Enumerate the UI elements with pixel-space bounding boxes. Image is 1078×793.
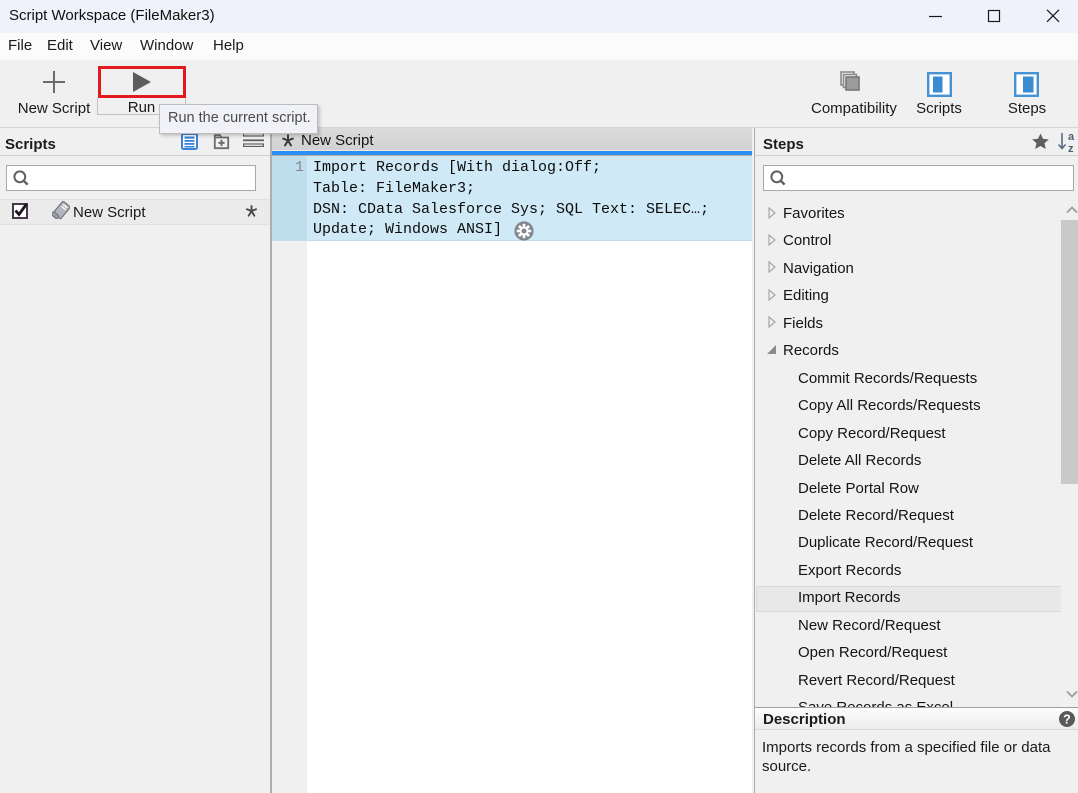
svg-text:a: a xyxy=(1068,131,1075,143)
svg-text:z: z xyxy=(1068,143,1074,153)
svg-text:?: ? xyxy=(1063,713,1071,727)
